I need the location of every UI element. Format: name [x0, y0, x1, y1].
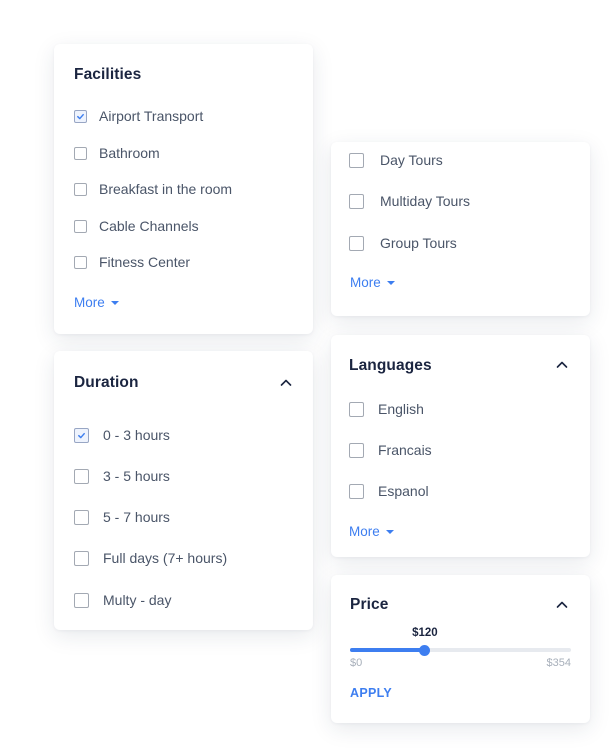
facility-option-bathroom[interactable]: Bathroom	[74, 143, 160, 163]
check-icon	[78, 432, 85, 438]
tour-option-day-tours[interactable]: Day Tours	[349, 150, 443, 170]
facility-option-fitness-center[interactable]: Fitness Center	[74, 252, 190, 272]
more-label: More	[349, 524, 380, 539]
caret-down-icon	[110, 301, 119, 305]
checkbox[interactable]	[349, 401, 364, 417]
facility-option-cable-channels[interactable]: Cable Channels	[74, 216, 199, 236]
option-label: Multiday Tours	[380, 193, 471, 209]
price-slider-track[interactable]	[350, 644, 571, 656]
caret-down-icon	[385, 530, 394, 534]
checkbox[interactable]	[349, 235, 364, 251]
option-label: 3 - 5 hours	[103, 468, 170, 484]
languages-more-link[interactable]: More	[349, 524, 394, 539]
price-slider-thumb[interactable]	[419, 644, 431, 656]
duration-option-full-days[interactable]: Full days (7+ hours)	[74, 548, 227, 568]
facilities-card: Facilities Airport Transport Bathroom Br…	[54, 44, 313, 334]
checkbox[interactable]	[349, 442, 364, 458]
languages-card: Languages English Francais Espanol More	[331, 335, 590, 557]
check-icon	[77, 113, 84, 119]
chevron-up-icon[interactable]	[554, 357, 570, 373]
option-label: Bathroom	[99, 145, 160, 161]
tour-option-group-tours[interactable]: Group Tours	[349, 233, 457, 253]
price-current-value: $120	[412, 627, 438, 639]
caret-down-icon	[386, 281, 395, 285]
duration-option-3-5-hours[interactable]: 3 - 5 hours	[74, 466, 170, 486]
price-min-label: $0	[350, 657, 363, 669]
apply-button[interactable]: APPLY	[350, 686, 392, 700]
option-label: Group Tours	[380, 235, 457, 251]
checkbox[interactable]	[349, 483, 364, 499]
checkbox[interactable]	[74, 219, 87, 233]
checkbox[interactable]	[74, 468, 89, 484]
facility-option-airport-transport[interactable]: Airport Transport	[74, 106, 203, 126]
facility-option-breakfast[interactable]: Breakfast in the room	[74, 179, 232, 199]
option-label: 0 - 3 hours	[103, 427, 170, 443]
duration-title: Duration	[74, 374, 139, 391]
tours-more-link[interactable]: More	[350, 275, 395, 290]
price-max-label: $354	[546, 657, 571, 669]
chevron-up-icon[interactable]	[554, 597, 570, 613]
option-label: Cable Channels	[99, 218, 199, 234]
duration-option-multy-day[interactable]: Multy - day	[74, 590, 171, 610]
checkbox[interactable]	[74, 427, 89, 443]
checkbox[interactable]	[74, 255, 87, 269]
checkbox[interactable]	[74, 509, 89, 525]
checkbox[interactable]	[349, 152, 364, 168]
tour-option-multiday-tours[interactable]: Multiday Tours	[349, 191, 470, 211]
checkbox[interactable]	[74, 592, 89, 608]
duration-card: Duration 0 - 3 hours 3 - 5 hours 5 - 7 h…	[54, 351, 313, 630]
option-label: Breakfast in the room	[99, 181, 233, 197]
languages-title: Languages	[349, 357, 432, 374]
option-label: Espanol	[378, 483, 429, 499]
checkbox[interactable]	[74, 109, 87, 123]
option-label: 5 - 7 hours	[103, 509, 170, 525]
price-card: Price $120 $0 $354 APPLY	[331, 575, 590, 723]
option-label: Multy - day	[103, 592, 172, 608]
language-option-english[interactable]: English	[349, 399, 424, 419]
option-label: Airport Transport	[99, 108, 204, 124]
option-label: Day Tours	[380, 152, 443, 168]
more-label: More	[350, 275, 381, 290]
price-slider-fill	[350, 648, 425, 652]
more-label: More	[74, 295, 105, 310]
option-label: Francais	[378, 442, 432, 458]
checkbox[interactable]	[349, 193, 364, 209]
facilities-more-link[interactable]: More	[74, 295, 119, 310]
checkbox[interactable]	[74, 182, 87, 196]
chevron-up-icon[interactable]	[278, 375, 294, 391]
tours-card: Day Tours Multiday Tours Group Tours Mor…	[331, 142, 590, 316]
option-label: English	[378, 401, 424, 417]
language-option-francais[interactable]: Francais	[349, 440, 432, 460]
price-title: Price	[350, 596, 389, 613]
language-option-espanol[interactable]: Espanol	[349, 481, 429, 501]
checkbox[interactable]	[74, 550, 89, 566]
facilities-title: Facilities	[74, 66, 142, 83]
checkbox[interactable]	[74, 146, 87, 160]
option-label: Fitness Center	[99, 254, 191, 270]
duration-option-0-3-hours[interactable]: 0 - 3 hours	[74, 425, 170, 445]
option-label: Full days (7+ hours)	[103, 550, 228, 566]
duration-option-5-7-hours[interactable]: 5 - 7 hours	[74, 507, 170, 527]
